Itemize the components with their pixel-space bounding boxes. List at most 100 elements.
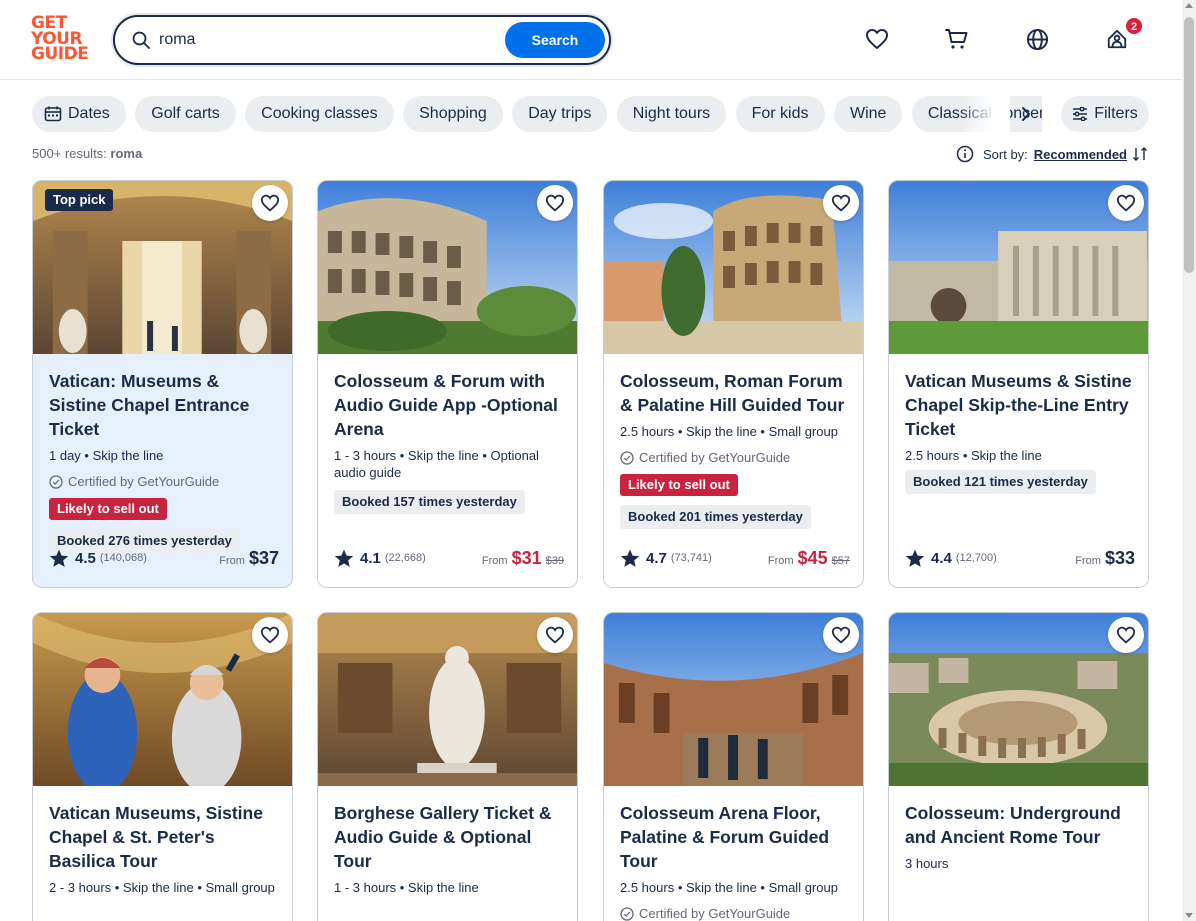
booked-count-badge: Booked 201 times yesterday xyxy=(620,505,811,529)
chip-for-kids[interactable]: For kids xyxy=(735,96,825,132)
language-button[interactable] xyxy=(1024,26,1050,52)
calendar-icon xyxy=(44,106,62,122)
activity-card[interactable]: Borghese Gallery Ticket & Audio Guide & … xyxy=(317,612,578,921)
wishlist-toggle[interactable] xyxy=(252,185,288,221)
activity-card[interactable]: Vatican Museums, Sistine Chapel & St. Pe… xyxy=(32,612,293,921)
activity-title[interactable]: Borghese Gallery Ticket & Audio Guide & … xyxy=(334,801,566,873)
cart-icon xyxy=(945,29,968,49)
price-block: From $45 $57 xyxy=(768,548,850,569)
review-count: (22,668) xyxy=(384,552,426,564)
original-price: $57 xyxy=(831,554,850,567)
heart-icon xyxy=(260,626,280,644)
chip-label: Shopping xyxy=(419,105,487,122)
card-body: Colosseum, Roman Forum & Palatine Hill G… xyxy=(620,369,852,529)
price-amount: $37 xyxy=(248,547,279,568)
chip-label: Dates xyxy=(68,105,110,122)
chip-wine[interactable]: Wine xyxy=(833,96,903,132)
activity-meta: 1 day • Skip the line xyxy=(49,448,164,463)
review-count: (73,741) xyxy=(670,552,712,564)
activity-meta: 2.5 hours • Skip the line • Small group xyxy=(620,880,838,895)
star-icon xyxy=(620,549,640,567)
wishlist-toggle[interactable] xyxy=(537,617,573,653)
sort-control[interactable]: Sort by: Recommended xyxy=(956,144,1150,164)
search-icon xyxy=(132,31,150,49)
chip-day-trips[interactable]: Day trips xyxy=(512,96,608,132)
chip-night-tours[interactable]: Night tours xyxy=(616,96,727,132)
wishlist-toggle[interactable] xyxy=(537,185,573,221)
chips-scroll-right-button[interactable] xyxy=(1012,100,1040,128)
activity-meta: 2.5 hours • Skip the line xyxy=(905,448,1042,463)
wishlist-toggle[interactable] xyxy=(823,617,859,653)
sort-arrows-icon xyxy=(1133,147,1147,161)
activity-title[interactable]: Colosseum: Underground and Ancient Rome … xyxy=(905,801,1137,849)
activity-title[interactable]: Colosseum & Forum with Audio Guide App -… xyxy=(334,369,566,441)
globe-icon xyxy=(1026,28,1048,50)
certified-text: Certified by GetYourGuide xyxy=(639,450,791,465)
activity-title[interactable]: Vatican Museums, Sistine Chapel & St. Pe… xyxy=(49,801,281,873)
ticket-person-icon xyxy=(1107,29,1127,49)
price-block: From $37 xyxy=(219,548,279,569)
sliders-icon xyxy=(1073,107,1088,121)
card-footer: 4.7 (73,741) From $45 $57 xyxy=(620,547,850,569)
certified-text: Certified by GetYourGuide xyxy=(68,474,220,489)
heart-icon xyxy=(1116,626,1136,644)
card-footer: 4.1 (22,668) From $31 $39 xyxy=(334,547,564,569)
activity-title[interactable]: Vatican Museums & Sistine Chapel Skip-th… xyxy=(905,369,1137,441)
activity-card[interactable]: Vatican Museums & Sistine Chapel Skip-th… xyxy=(888,180,1149,588)
heart-icon xyxy=(831,194,851,212)
chip-cooking-classes[interactable]: Cooking classes xyxy=(245,96,394,132)
star-icon xyxy=(49,549,69,567)
chip-label: Day trips xyxy=(528,105,592,122)
logo-line-guide: GUIDE xyxy=(31,44,89,64)
card-body: Colosseum Arena Floor, Palatine & Forum … xyxy=(620,801,852,921)
getyourguide-logo[interactable]: GET YOUR GUIDE xyxy=(31,15,91,64)
likely-to-sell-out-badge: Likely to sell out xyxy=(49,498,167,520)
heart-icon xyxy=(831,626,851,644)
chip-label: Golf carts xyxy=(151,105,220,122)
results-count-text: 500+ results: xyxy=(32,146,107,161)
activity-meta: 1 - 3 hours • Skip the line xyxy=(334,880,479,895)
results-query: roma xyxy=(110,146,143,161)
certified-check-icon xyxy=(620,906,634,921)
activity-title[interactable]: Colosseum, Roman Forum & Palatine Hill G… xyxy=(620,369,852,417)
activity-meta: 2 - 3 hours • Skip the line • Small grou… xyxy=(49,880,275,895)
chip-golf-carts[interactable]: Golf carts xyxy=(135,96,236,132)
activity-card[interactable]: Colosseum, Roman Forum & Palatine Hill G… xyxy=(603,180,864,588)
price-block: From $31 $39 xyxy=(482,548,564,569)
chip-label: For kids xyxy=(751,105,809,122)
cart-button[interactable] xyxy=(944,26,970,52)
card-footer: 4.4 (12,700) From $33 xyxy=(905,547,1135,569)
search-input[interactable] xyxy=(159,27,499,53)
activity-title[interactable]: Vatican: Museums & Sistine Chapel Entran… xyxy=(49,369,281,441)
chip-shopping[interactable]: Shopping xyxy=(403,96,503,132)
price-from-label: From xyxy=(481,554,508,567)
activity-card[interactable]: Colosseum & Forum with Audio Guide App -… xyxy=(317,180,578,588)
activity-card[interactable]: Colosseum Arena Floor, Palatine & Forum … xyxy=(603,612,864,921)
heart-icon xyxy=(866,29,888,49)
scroll-down-arrow-icon[interactable] xyxy=(1185,913,1193,918)
star-icon xyxy=(905,549,925,567)
wishlist-toggle[interactable] xyxy=(1108,185,1144,221)
filters-button[interactable]: Filters xyxy=(1061,96,1149,132)
wishlist-button[interactable] xyxy=(864,26,890,52)
wishlist-toggle[interactable] xyxy=(252,617,288,653)
scroll-up-arrow-icon[interactable] xyxy=(1185,3,1193,8)
card-body: Vatican Museums & Sistine Chapel Skip-th… xyxy=(905,369,1137,494)
activity-title[interactable]: Colosseum Arena Floor, Palatine & Forum … xyxy=(620,801,852,873)
wishlist-toggle[interactable] xyxy=(1108,617,1144,653)
page-scrollbar[interactable] xyxy=(1182,0,1196,921)
search-button[interactable]: Search xyxy=(505,22,605,58)
certified-label: Certified by GetYourGuide xyxy=(49,474,281,489)
scrollbar-thumb[interactable] xyxy=(1184,17,1194,273)
heart-icon xyxy=(1116,194,1136,212)
card-body: Vatican: Museums & Sistine Chapel Entran… xyxy=(49,369,281,553)
likely-to-sell-out-badge: Likely to sell out xyxy=(620,474,738,496)
wishlist-toggle[interactable] xyxy=(823,185,859,221)
card-body: Borghese Gallery Ticket & Audio Guide & … xyxy=(334,801,566,896)
activity-card[interactable]: Top pick Vatican: Museums & Sistine Chap… xyxy=(32,180,293,588)
certified-check-icon xyxy=(49,474,63,489)
chip-dates[interactable]: Dates xyxy=(32,96,126,132)
activity-card[interactable]: Colosseum: Underground and Ancient Rome … xyxy=(888,612,1149,921)
sort-value[interactable]: Recommended xyxy=(1034,147,1127,162)
chip-label: Wine xyxy=(849,105,887,122)
